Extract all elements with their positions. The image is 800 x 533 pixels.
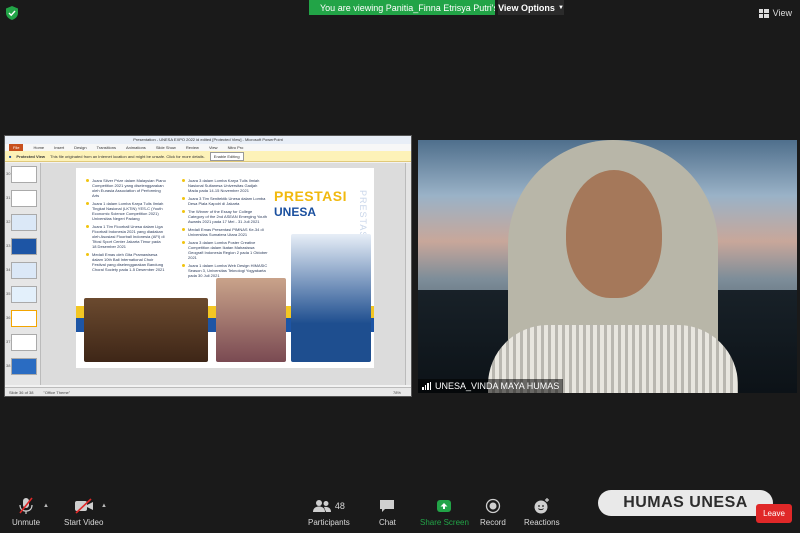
slide-heading-unesa: UNESA — [274, 205, 317, 219]
award-photo — [216, 278, 286, 362]
vertical-scrollbar[interactable] — [405, 163, 411, 385]
unmute-label: Unmute — [12, 518, 41, 527]
ppt-tab-nitro[interactable]: Nitro Pro — [228, 145, 244, 150]
share-screen-button[interactable]: Share Screen — [420, 497, 469, 527]
slide-thumbnail-selected[interactable] — [11, 310, 37, 327]
participant-name-tag: UNESA_VINDA MAYA HUMAS — [418, 379, 564, 393]
ppt-tab-animations[interactable]: Animations — [126, 145, 146, 150]
record-button[interactable]: Record — [480, 497, 506, 527]
achievement-item: Juara 1 dalam Lomba Web Design HIMASIC S… — [182, 263, 268, 278]
microphone-muted-icon — [19, 497, 33, 514]
slide-thumbnail-number: 38 — [6, 363, 11, 368]
athlete-medal-photo — [291, 234, 371, 362]
slide-thumbnail-number: 34 — [6, 267, 11, 272]
record-label: Record — [480, 518, 506, 527]
share-screen-icon — [437, 500, 452, 512]
ppt-tab-view[interactable]: View — [209, 145, 218, 150]
video-off-icon — [74, 498, 93, 514]
protected-view-bar: ■ Protected View This file originated fr… — [5, 151, 411, 162]
protected-shield-icon: ■ — [9, 153, 12, 159]
ppt-tab-review[interactable]: Review — [186, 145, 199, 150]
ppt-tab-slideshow[interactable]: Slide Show — [156, 145, 176, 150]
chat-icon — [380, 500, 395, 512]
achievement-item: Juara 3 dalam Lomba Poster Creative Comp… — [182, 240, 268, 260]
participants-icon — [312, 500, 331, 512]
slide-thumbnail-number: 32 — [6, 219, 11, 224]
reactions-label: Reactions — [524, 518, 560, 527]
achievement-item: The Winner of the Essay for College Cate… — [182, 209, 268, 224]
slide-thumbnail[interactable] — [11, 286, 37, 303]
choir-photo — [84, 298, 208, 362]
slide-thumbnail[interactable] — [11, 238, 37, 255]
protected-view-label: Protected View — [16, 153, 46, 159]
chat-button[interactable]: Chat — [379, 497, 396, 527]
shield-icon[interactable] — [6, 6, 18, 20]
participants-count: 48 — [334, 501, 345, 511]
ppt-tab-design[interactable]: Design — [74, 145, 86, 150]
participant-name: UNESA_VINDA MAYA HUMAS — [435, 381, 560, 391]
slide-thumbnail[interactable] — [11, 214, 37, 231]
achievement-item: Juara 1 Tim Floorball Unesa dalam Liga F… — [86, 224, 166, 249]
chevron-down-icon: ▼ — [557, 4, 564, 11]
ppt-tab-transitions[interactable]: Transitions — [97, 145, 116, 150]
humas-unesa-watermark: HUMAS UNESA — [598, 490, 773, 516]
ppt-tab-home[interactable]: Home — [33, 145, 44, 150]
participant-video-tile[interactable]: UNESA_VINDA MAYA HUMAS — [418, 140, 797, 393]
participants-button[interactable]: 48 Participants — [308, 497, 350, 527]
reactions-smiley-icon — [534, 498, 549, 514]
signal-strength-icon — [422, 382, 431, 390]
grid-view-icon — [758, 8, 769, 18]
record-icon — [485, 498, 501, 514]
view-options-label: View Options — [498, 2, 555, 13]
achievement-item: Medali Emas Presentasi PIMNAS Ke-34 di U… — [182, 227, 268, 237]
slide-thumbnail[interactable] — [11, 334, 37, 351]
status-slide-count: Slide 36 of 38 — [9, 390, 34, 395]
participant-face — [566, 170, 662, 298]
status-zoom[interactable]: 78% — [393, 390, 401, 395]
view-options-button[interactable]: View Options ▼ — [498, 0, 564, 15]
chat-label: Chat — [379, 518, 396, 527]
slide-thumbnail-number: 37 — [6, 339, 11, 344]
ppt-tab-file[interactable]: File — [9, 144, 24, 151]
enable-editing-button[interactable]: Enable Editing — [209, 151, 244, 161]
screen-share-banner: You are viewing Panitia_Finna Etrisya Pu… — [309, 0, 495, 15]
start-video-label: Start Video — [64, 518, 104, 527]
slide-thumbnail[interactable] — [11, 358, 37, 375]
slide-thumbnail[interactable] — [11, 190, 37, 207]
slide-thumbnail[interactable] — [11, 166, 37, 183]
slide-thumbnail[interactable] — [11, 262, 37, 279]
unmute-button[interactable]: Unmute — [12, 497, 40, 527]
ppt-tab-insert[interactable]: Insert — [54, 145, 64, 150]
ppt-window-title: Presentation - UNESA EXPO 2022 id edited… — [5, 136, 411, 144]
achievement-item: Juara Silver Prize dalam Malaysian Piano… — [86, 178, 166, 198]
slide-thumbnail-number: 30 — [6, 171, 11, 176]
slide-heading-prestasi: PRESTASI — [274, 188, 347, 204]
ppt-status-bar: Slide 36 of 38 "Office Theme" 78% — [5, 387, 411, 396]
slide-thumbnail-number: 33 — [6, 243, 11, 248]
video-options-caret-icon[interactable]: ▲ — [101, 503, 107, 509]
start-video-button[interactable]: Start Video — [64, 497, 103, 527]
participants-label: Participants — [308, 518, 350, 527]
view-label: View — [772, 8, 792, 18]
achievement-item: Medali Emas oleh Gita Pramawisesa dalam … — [86, 252, 166, 272]
achievement-item: Juara 1 dalam Lomba Karya Tulis Ilmiah T… — [86, 201, 166, 221]
slide-thumbnail-pane[interactable]: 30 31 32 33 34 35 36 37 38 — [5, 163, 41, 385]
slide-thumbnail-number: 31 — [6, 195, 11, 200]
reactions-button[interactable]: Reactions — [524, 497, 560, 527]
slide-thumbnail-number: 36 — [6, 315, 11, 320]
achievement-list-left: Juara Silver Prize dalam Malaysian Piano… — [86, 178, 166, 275]
audio-options-caret-icon[interactable]: ▲ — [43, 503, 49, 509]
ppt-ribbon-tabs: File Home Insert Design Transitions Anim… — [5, 144, 411, 151]
slide-thumbnail-number: 35 — [6, 291, 11, 296]
view-button[interactable]: View — [758, 8, 792, 18]
achievement-item: Juara 3 dalam Lomba Karya Tulis Ilmiah N… — [182, 178, 268, 193]
share-screen-label: Share Screen — [420, 518, 469, 527]
protected-view-message: This file originated from an Internet lo… — [50, 153, 205, 159]
status-theme: "Office Theme" — [43, 390, 71, 395]
current-slide: Juara Silver Prize dalam Malaysian Piano… — [76, 168, 374, 368]
achievement-item: Juara 3 Tim Senitektik Unesa dalam Lomba… — [182, 196, 268, 206]
achievement-list-right: Juara 3 dalam Lomba Karya Tulis Ilmiah N… — [182, 178, 268, 281]
share-banner-text: You are viewing Panitia_Finna Etrisya Pu… — [320, 2, 495, 13]
leave-button[interactable]: Leave — [756, 504, 792, 523]
